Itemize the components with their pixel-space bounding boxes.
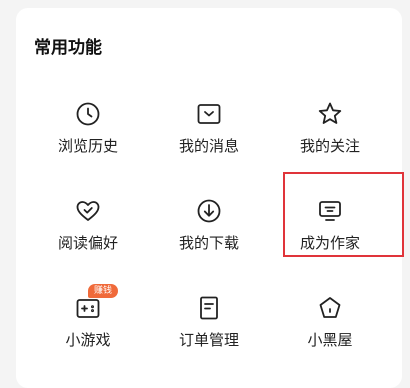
- reading-preference-item[interactable]: 阅读偏好: [24, 187, 152, 283]
- order-document-icon: [195, 294, 223, 322]
- download-icon: [195, 197, 223, 225]
- message-box-icon: [195, 100, 223, 128]
- order-management-label: 订单管理: [178, 331, 239, 349]
- my-downloads-item[interactable]: 我的下载: [145, 187, 273, 283]
- gamepad-icon: [74, 294, 102, 322]
- order-management-item[interactable]: 订单管理: [145, 284, 273, 380]
- star-icon: [316, 100, 344, 128]
- browse-history-item[interactable]: 浏览历史: [24, 90, 152, 186]
- browse-history-label: 浏览历史: [57, 137, 118, 155]
- pentagon-icon: [316, 294, 344, 322]
- my-follows-item[interactable]: 我的关注: [266, 90, 394, 186]
- blacklist-room-label: 小黑屋: [307, 331, 353, 349]
- earn-money-badge: 赚钱: [88, 284, 119, 298]
- heart-check-icon: [74, 197, 102, 225]
- clock-icon: [74, 100, 102, 128]
- mini-games-label: 小游戏: [65, 331, 111, 349]
- become-writer-label: 成为作家: [299, 234, 360, 252]
- reading-preference-label: 阅读偏好: [57, 234, 118, 252]
- my-follows-label: 我的关注: [299, 137, 360, 155]
- my-downloads-label: 我的下载: [178, 234, 239, 252]
- blacklist-room-item[interactable]: 小黑屋: [266, 284, 394, 380]
- mini-games-item[interactable]: 赚钱 小游戏: [24, 284, 152, 380]
- my-messages-item[interactable]: 我的消息: [145, 90, 273, 186]
- common-functions-card: 常用功能 浏览历史 我的消息 我的关注 阅读偏好 我的下载 成为作家 赚钱 小游…: [16, 8, 402, 388]
- my-messages-label: 我的消息: [178, 137, 239, 155]
- become-writer-item[interactable]: 成为作家: [266, 187, 394, 283]
- monitor-icon: [316, 197, 344, 225]
- section-title: 常用功能: [34, 38, 102, 58]
